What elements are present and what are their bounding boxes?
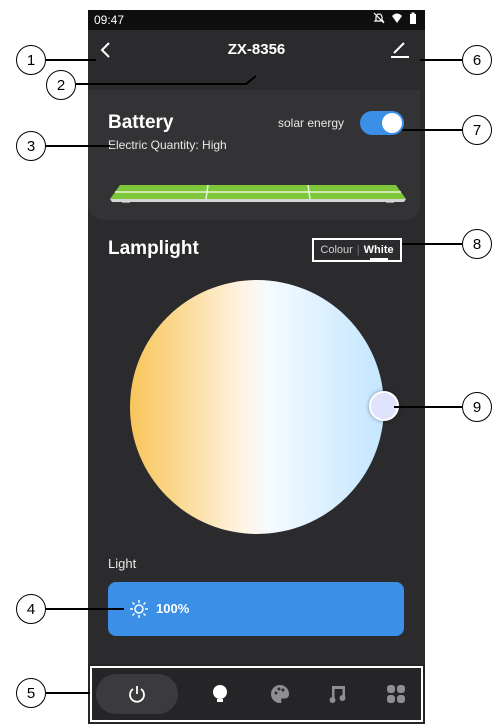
battery-level-text: Electric Quantity: High (108, 138, 227, 152)
annotation-3: 3 (16, 131, 46, 161)
device-title: ZX-8356 (227, 41, 286, 58)
status-time: 09:47 (94, 13, 125, 27)
solar-panel-battery-graphic (110, 185, 406, 203)
annotation-1: 1 (16, 45, 46, 75)
annotation-8: 8 (462, 229, 492, 259)
color-temperature-handle[interactable] (369, 391, 399, 421)
annotation-9: 9 (462, 392, 492, 422)
sun-icon (130, 600, 148, 618)
phone-screen: 09:47 ZX-8356 Battery Electric Quantity:… (88, 10, 425, 724)
mute-icon (373, 12, 385, 24)
battery-status-icon (410, 12, 416, 24)
colour-white-mode-switch[interactable]: Colour | White (312, 238, 402, 262)
brightness-slider[interactable]: 100% (108, 582, 404, 636)
white-temperature-wheel[interactable] (130, 280, 384, 534)
annotation-6: 6 (462, 45, 492, 75)
toggle-knob (382, 113, 402, 133)
battery-card: Battery Electric Quantity: High solar en… (88, 90, 420, 220)
status-bar: 09:47 (88, 10, 425, 30)
annotation-2: 2 (46, 70, 76, 100)
annotation-5: 5 (16, 678, 46, 708)
bottom-nav-outline (90, 666, 423, 722)
light-label: Light (108, 556, 137, 571)
solar-energy-toggle[interactable] (360, 111, 404, 135)
annotation-4: 4 (16, 594, 46, 624)
wifi-icon (392, 13, 402, 23)
battery-title: Battery (108, 112, 174, 133)
lamplight-title: Lamplight (108, 238, 199, 259)
mode-white-tab[interactable]: White (364, 244, 394, 260)
edit-icon[interactable] (389, 38, 411, 60)
brightness-value: 100% (156, 601, 190, 616)
mode-colour-tab[interactable]: Colour (320, 244, 352, 256)
annotation-7: 7 (462, 115, 492, 145)
solar-energy-label: solar energy (278, 116, 345, 130)
